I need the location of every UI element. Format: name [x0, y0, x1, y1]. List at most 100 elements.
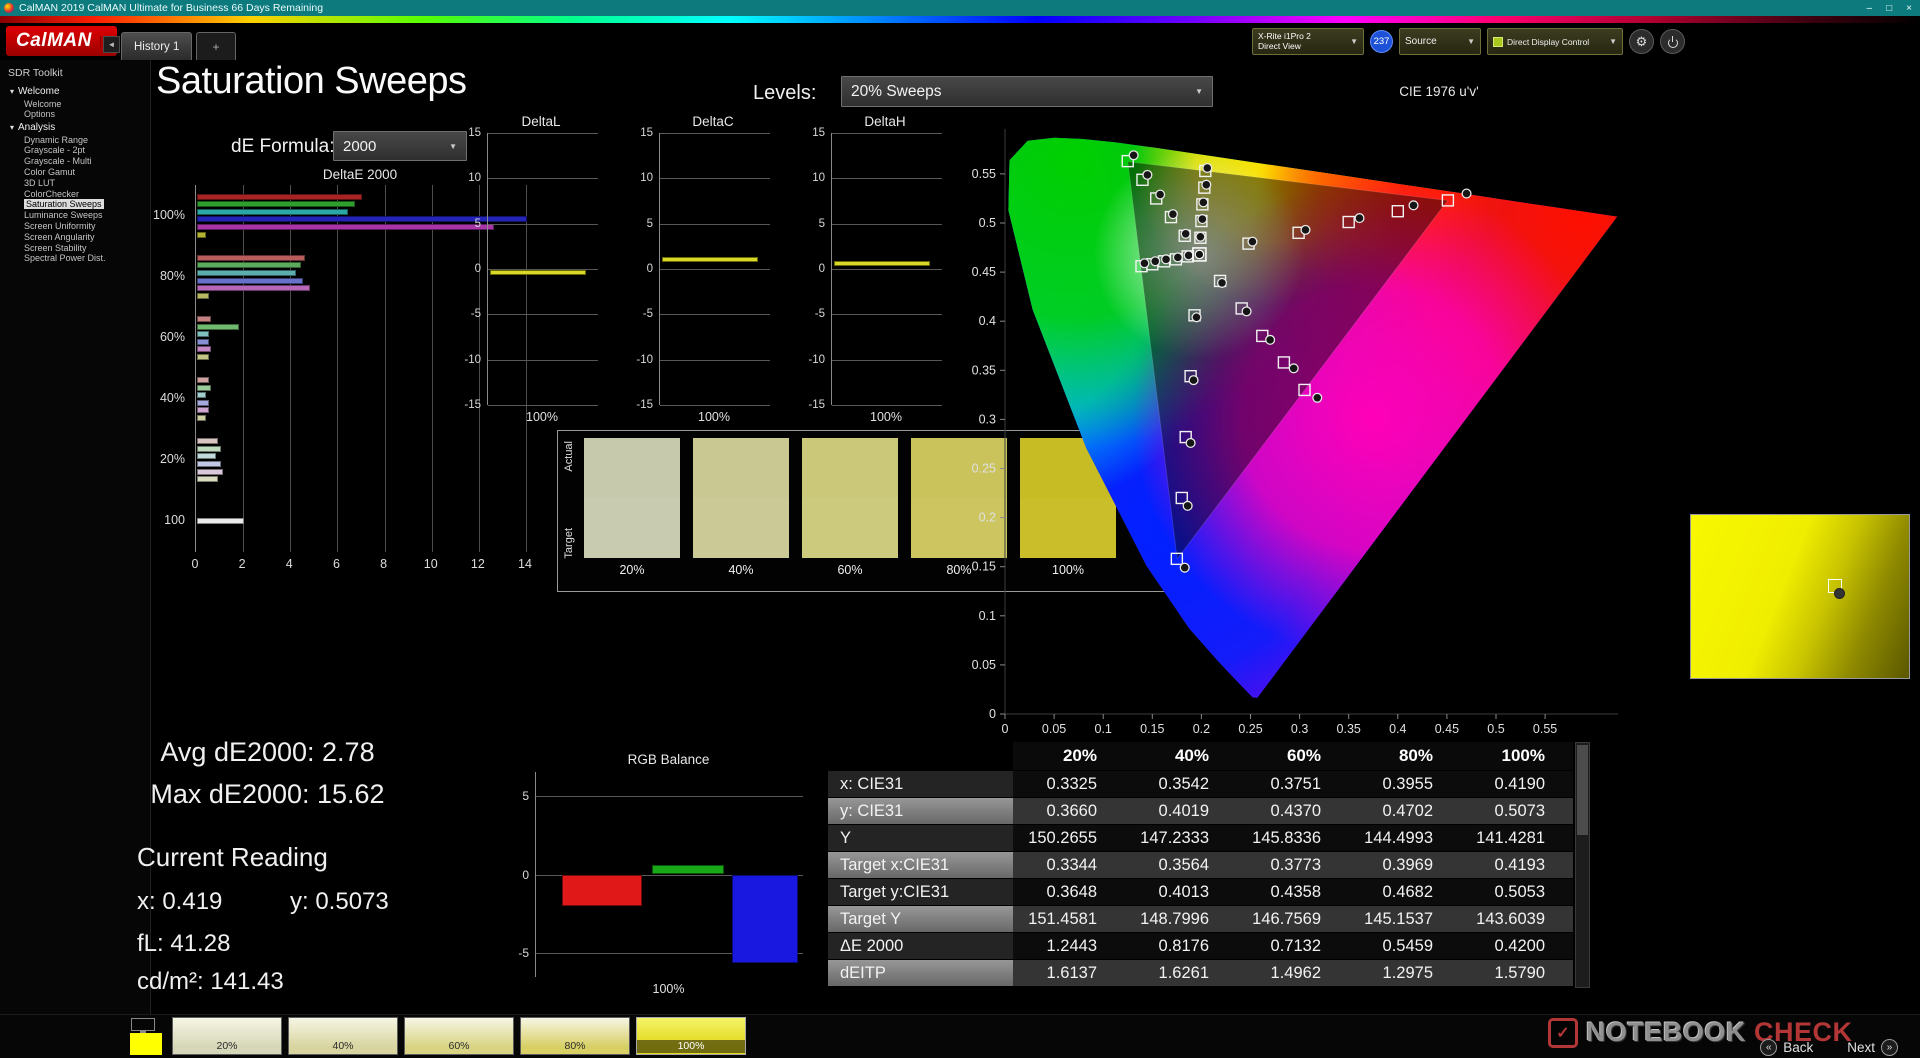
- de-formula-dropdown[interactable]: 2000 ▼: [333, 131, 467, 161]
- current-cdm2: cd/m²: 141.43: [137, 968, 284, 995]
- gridline: [337, 185, 339, 552]
- cell-value: 0.4682: [1349, 878, 1461, 905]
- measured-marker: [1241, 306, 1252, 317]
- rgb-y-axis: 5 0 -5: [499, 772, 529, 977]
- sidebar-group-welcome[interactable]: ▾ Welcome: [0, 86, 150, 99]
- swatch-label: 60%: [837, 563, 863, 577]
- y-tick-label: 0.25: [972, 462, 996, 476]
- next-button[interactable]: Next »: [1847, 1039, 1904, 1056]
- sidebar-group-analysis[interactable]: ▾ Analysis: [0, 122, 150, 135]
- back-button[interactable]: « Back: [1754, 1039, 1813, 1056]
- calman-logo-button[interactable]: CalMAN ▾: [6, 26, 118, 56]
- source-selector[interactable]: Source ▼: [1399, 28, 1481, 55]
- table-scrollbar[interactable]: [1575, 742, 1590, 988]
- measured-marker: [1202, 162, 1213, 174]
- sidebar-collapse-button[interactable]: ◄: [103, 36, 120, 53]
- cell-value: 0.3773: [1237, 851, 1349, 878]
- deltac-chart: DeltaC 15 10 5 0 -5 -10 -15 100%: [627, 114, 777, 424]
- cell-value: 1.4962: [1237, 959, 1349, 986]
- deltae-bar: [197, 292, 209, 299]
- measured-marker: [1201, 179, 1212, 190]
- sidebar-item-saturation-sweeps[interactable]: Saturation Sweeps: [0, 199, 150, 210]
- cell-value: 0.3660: [1013, 797, 1125, 824]
- gridline: [488, 178, 598, 180]
- scrollbar-thumb[interactable]: [1577, 745, 1588, 835]
- y-tick-label: 5: [474, 217, 481, 230]
- sidebar-item-screen-uniformity[interactable]: Screen Uniformity: [0, 221, 150, 232]
- item-label: Welcome: [24, 98, 62, 109]
- cell-value: 145.1537: [1349, 905, 1461, 932]
- cie-chart-panel: CIE 1976 u'v' 0 0.05 0.1 0.15 0.2 0.25 0…: [958, 84, 1920, 748]
- gridline: [832, 269, 942, 270]
- deltae-bar: [197, 384, 212, 391]
- power-button[interactable]: [1660, 29, 1685, 54]
- sidebar-item-dynamic-range[interactable]: Dynamic Range: [0, 135, 150, 146]
- deltae-bar: [197, 338, 209, 345]
- sidebar-item-screen-angularity[interactable]: Screen Angularity: [0, 232, 150, 243]
- sidebar-item-colorchecker[interactable]: ColorChecker: [0, 189, 150, 200]
- y-tick-label: 5: [818, 217, 825, 230]
- expander-icon[interactable]: ▾: [10, 87, 14, 96]
- cell-value: 1.2975: [1349, 959, 1461, 986]
- sidebar-item-color-gamut[interactable]: Color Gamut: [0, 167, 150, 178]
- sidebar-item-welcome[interactable]: Welcome: [0, 99, 150, 110]
- swatch-60: 60%: [802, 438, 898, 577]
- sidebar-item-options[interactable]: Options: [0, 109, 150, 120]
- deltae-x-axis: 0 2 4 6 8 10 12 14: [192, 557, 535, 573]
- calman-logo-text: CalMAN: [16, 30, 92, 51]
- deltae-y-axis: 100% 80% 60% 40% 20% 100: [142, 185, 190, 552]
- gridline: [488, 223, 598, 225]
- cell-value: 148.7996: [1125, 905, 1237, 932]
- x-axis-label: 100%: [526, 410, 558, 424]
- actual-axis-label: Actual: [563, 441, 575, 472]
- meter-count-badge[interactable]: 237: [1370, 30, 1393, 53]
- deltae-bar: [197, 399, 209, 406]
- item-label: Color Gamut: [24, 166, 76, 177]
- display-control-selector[interactable]: Direct Display Control ▼: [1487, 28, 1623, 55]
- sidebar-item-grayscale-2pt[interactable]: Grayscale - 2pt: [0, 145, 150, 156]
- x-tick-label: 0.05: [1042, 722, 1066, 736]
- bottom-bar: 20% 40% 60% 80% 100% ✓ NOTEBOOK CHECK « Back…: [0, 1014, 1920, 1058]
- meter-selector[interactable]: X-Rite i1Pro 2 Direct View ▼: [1252, 28, 1364, 55]
- max-de2000: Max dE2000: 15.62: [150, 779, 385, 809]
- sweep-button-80[interactable]: 80%: [520, 1017, 630, 1055]
- gridline: [660, 269, 770, 270]
- maximize-button[interactable]: □: [1886, 3, 1892, 14]
- y-tick-label: 0.15: [972, 560, 996, 574]
- sweep-button-100[interactable]: 100%: [636, 1017, 746, 1055]
- settings-button[interactable]: ⚙: [1629, 29, 1654, 54]
- y-tick-label: -5: [518, 946, 529, 961]
- cie-chart-title: CIE 1976 u'v': [1399, 84, 1479, 99]
- y-tick-label: 20%: [159, 452, 185, 467]
- sweep-label: 80%: [564, 1040, 586, 1052]
- levels-label: Levels:: [753, 82, 817, 104]
- sweep-button-40[interactable]: 40%: [288, 1017, 398, 1055]
- new-tab-button[interactable]: +: [196, 32, 236, 60]
- row-label: Target y:CIE31: [828, 878, 1013, 905]
- expander-icon[interactable]: ▾: [10, 123, 14, 132]
- back-arrow-icon: «: [1760, 1039, 1778, 1056]
- row-label: Y: [828, 824, 1013, 851]
- y-axis-labels: 15 10 5 0 -5 -10 -15: [799, 127, 825, 411]
- group-label: Welcome: [18, 86, 60, 97]
- close-button[interactable]: ×: [1906, 3, 1912, 14]
- sweep-button-60[interactable]: 60%: [404, 1017, 514, 1055]
- sidebar-item-screen-stability[interactable]: Screen Stability: [0, 243, 150, 254]
- y-tick-label: 0.4: [979, 314, 996, 328]
- cell-value: 146.7569: [1237, 905, 1349, 932]
- sidebar-item-3d-lut[interactable]: 3D LUT: [0, 178, 150, 189]
- sidebar-item-luminance-sweeps[interactable]: Luminance Sweeps: [0, 210, 150, 221]
- minimize-button[interactable]: –: [1867, 3, 1873, 14]
- pattern-window-icon[interactable]: [131, 1018, 155, 1033]
- rgb-balance-plot: [535, 772, 803, 977]
- sidebar-item-spectral-power-dist[interactable]: Spectral Power Dist.: [0, 253, 150, 264]
- item-label: Spectral Power Dist.: [24, 253, 106, 264]
- row-label: x: CIE31: [828, 770, 1013, 797]
- y-tick-label: 10: [468, 172, 481, 185]
- sweep-button-20[interactable]: 20%: [172, 1017, 282, 1055]
- tab-history-1[interactable]: History 1: [121, 32, 193, 60]
- sidebar-item-grayscale-multi[interactable]: Grayscale - Multi: [0, 156, 150, 167]
- meter-info: X-Rite i1Pro 2 Direct View: [1258, 32, 1344, 51]
- deltae-bar: [197, 223, 494, 230]
- deltae-bar: [197, 231, 207, 238]
